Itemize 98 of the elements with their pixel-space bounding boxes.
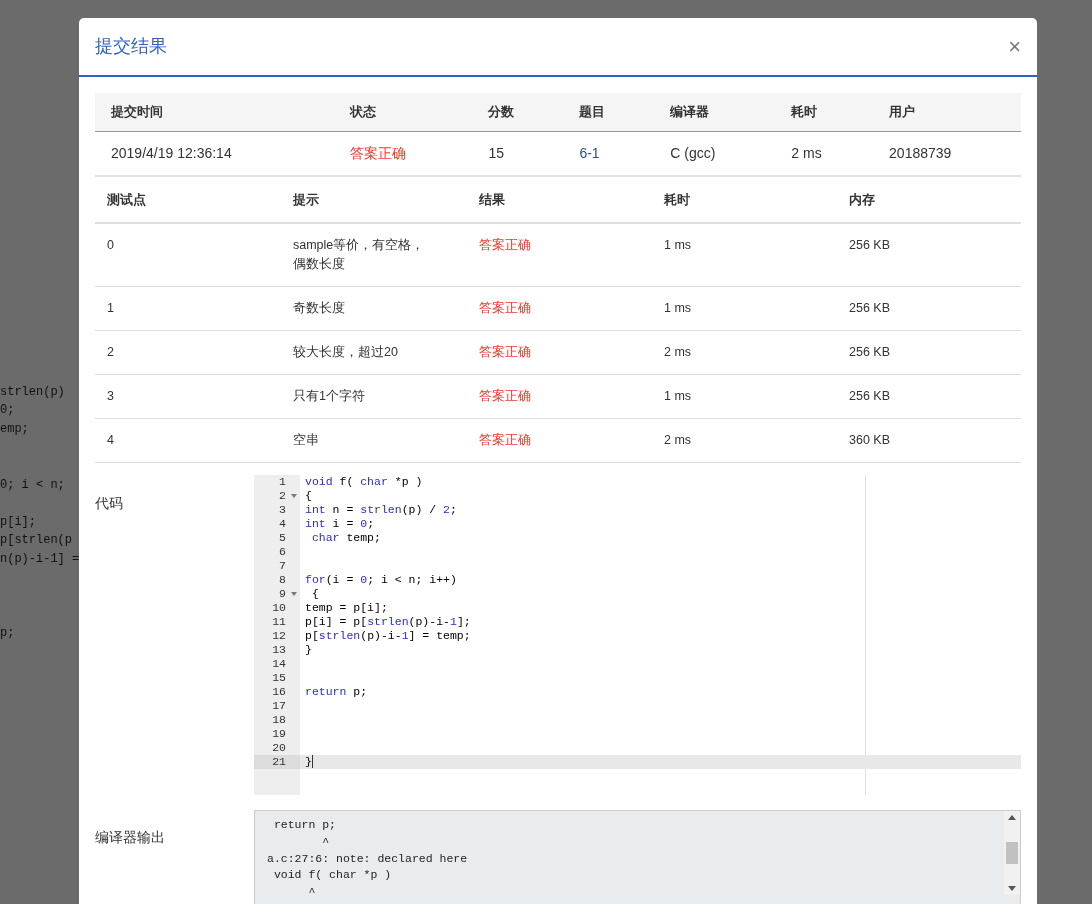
code-line: char temp; — [310, 531, 381, 545]
line-number: 18 — [271, 713, 287, 727]
line-number: 9 — [254, 587, 300, 601]
problem-link[interactable]: 6-1 — [579, 144, 600, 161]
line-number: 5 — [278, 531, 287, 545]
table-cell: 256 KB — [849, 389, 890, 403]
line-number: 17 — [271, 699, 287, 713]
code-text: p; — [0, 626, 15, 641]
code-line: void f( char *p ) — [304, 475, 423, 489]
line-number: 20 — [271, 741, 287, 755]
line-number: 6 — [278, 545, 287, 559]
modal-title: 提交结果 — [95, 35, 167, 58]
line-number: 2 — [254, 489, 300, 503]
table-cell: 1 — [107, 301, 114, 315]
table-cell: 1 ms — [664, 389, 692, 403]
text-cursor — [311, 755, 313, 769]
line-number: 13 — [271, 643, 287, 657]
code-line: p[strlen(p)-i-1] = temp; — [304, 629, 471, 643]
code-text: p[strlen(p — [0, 533, 72, 548]
column-header: 用户 — [873, 93, 1021, 131]
code-line: { — [304, 489, 312, 503]
column-header: 分数 — [472, 93, 564, 131]
line-number: 4 — [278, 517, 287, 531]
line-number: 8 — [278, 573, 287, 587]
line-number: 14 — [271, 657, 287, 671]
table-cell: 360 KB — [849, 433, 890, 447]
code-line: } — [304, 643, 312, 657]
code-line: } — [304, 755, 312, 769]
code-text: strlen(p) — [0, 384, 65, 399]
close-button[interactable]: × — [1008, 35, 1021, 58]
code-line: int i = 0; — [304, 517, 375, 531]
column-header: 题目 — [563, 93, 655, 131]
code-text: p[i]; — [0, 514, 36, 529]
column-header: 提交时间 — [95, 93, 335, 131]
column-header: 编译器 — [654, 93, 776, 131]
column-header: 提示 — [281, 177, 467, 223]
table-cell: 2 ms — [664, 345, 692, 359]
table-cell: 较大长度，超过20 — [293, 345, 398, 359]
fold-icon[interactable] — [291, 494, 297, 498]
code-line: int n = strlen(p) / 2; — [304, 503, 457, 517]
table-cell: 1 ms — [664, 301, 692, 315]
table-cell: 3 — [107, 389, 114, 403]
compiler-output: return p; ^ a.c:27:6: note: declared here void f( char *p ) ^ — [266, 817, 469, 901]
code-line: return p; — [304, 685, 368, 699]
table-cell: 256 KB — [849, 345, 890, 359]
line-number: 12 — [271, 629, 287, 643]
line-number: 15 — [271, 671, 287, 685]
scroll-up-icon[interactable] — [1008, 815, 1016, 820]
code-line: p[i] = p[strlen(p)-i-1]; — [304, 615, 471, 629]
scroll-down-icon[interactable] — [1008, 886, 1016, 891]
table-cell: 2 ms — [791, 144, 822, 161]
scrollbar[interactable] — [1004, 811, 1020, 895]
code-line: for(i = 0; i < n; i++) — [304, 573, 457, 587]
line-number: 21 — [254, 755, 300, 769]
status-text: 答案正确 — [479, 238, 531, 252]
fold-icon[interactable] — [291, 592, 297, 596]
code-text: 0; i < n; — [0, 477, 65, 492]
status-text: 答案正确 — [479, 433, 531, 447]
column-header: 耗时 — [775, 93, 874, 131]
line-number: 3 — [278, 503, 287, 517]
section-label: 编译器输出 — [95, 828, 166, 847]
line-number: 7 — [278, 559, 287, 573]
column-header: 耗时 — [652, 177, 837, 223]
code-text: emp; — [0, 421, 29, 436]
table-cell: 4 — [107, 433, 114, 447]
table-cell: 奇数长度 — [293, 301, 345, 315]
table-cell: 0 — [107, 238, 114, 252]
status-text: 答案正确 — [479, 345, 531, 359]
column-header: 结果 — [467, 177, 652, 223]
line-number: 19 — [271, 727, 287, 741]
table-cell: 15 — [488, 144, 504, 161]
table-cell: C (gcc) — [670, 144, 716, 161]
table-cell: 2 — [107, 345, 114, 359]
table-cell: 1 ms — [664, 238, 692, 252]
code-line: { — [310, 587, 319, 601]
column-header: 状态 — [334, 93, 473, 131]
table-cell: 20188739 — [889, 144, 952, 161]
code-text: 0; — [0, 403, 15, 418]
table-cell: 2019/4/19 12:36:14 — [111, 144, 232, 161]
code-text: n(p)-i-1] = — [0, 551, 79, 566]
column-header: 内存 — [837, 177, 1021, 223]
line-number: 10 — [271, 601, 287, 615]
table-cell: 2 ms — [664, 433, 692, 447]
scroll-thumb[interactable] — [1006, 842, 1018, 864]
table-cell: 256 KB — [849, 301, 890, 315]
table-cell: 只有1个字符 — [293, 389, 365, 403]
code-line: temp = p[i]; — [304, 601, 388, 615]
status-text: 答案正确 — [479, 301, 531, 315]
table-cell: 256 KB — [849, 238, 890, 252]
line-number: 1 — [278, 475, 287, 489]
section-label: 代码 — [95, 494, 124, 513]
status-text: 答案正确 — [479, 389, 531, 403]
table-cell: 空串 — [293, 433, 319, 447]
table-cell: sample等价，有空格，偶数长度 — [293, 238, 425, 271]
column-header: 测试点 — [95, 177, 281, 223]
line-number: 11 — [271, 615, 287, 629]
line-number: 16 — [271, 685, 287, 699]
status-text: 答案正确 — [350, 144, 407, 161]
